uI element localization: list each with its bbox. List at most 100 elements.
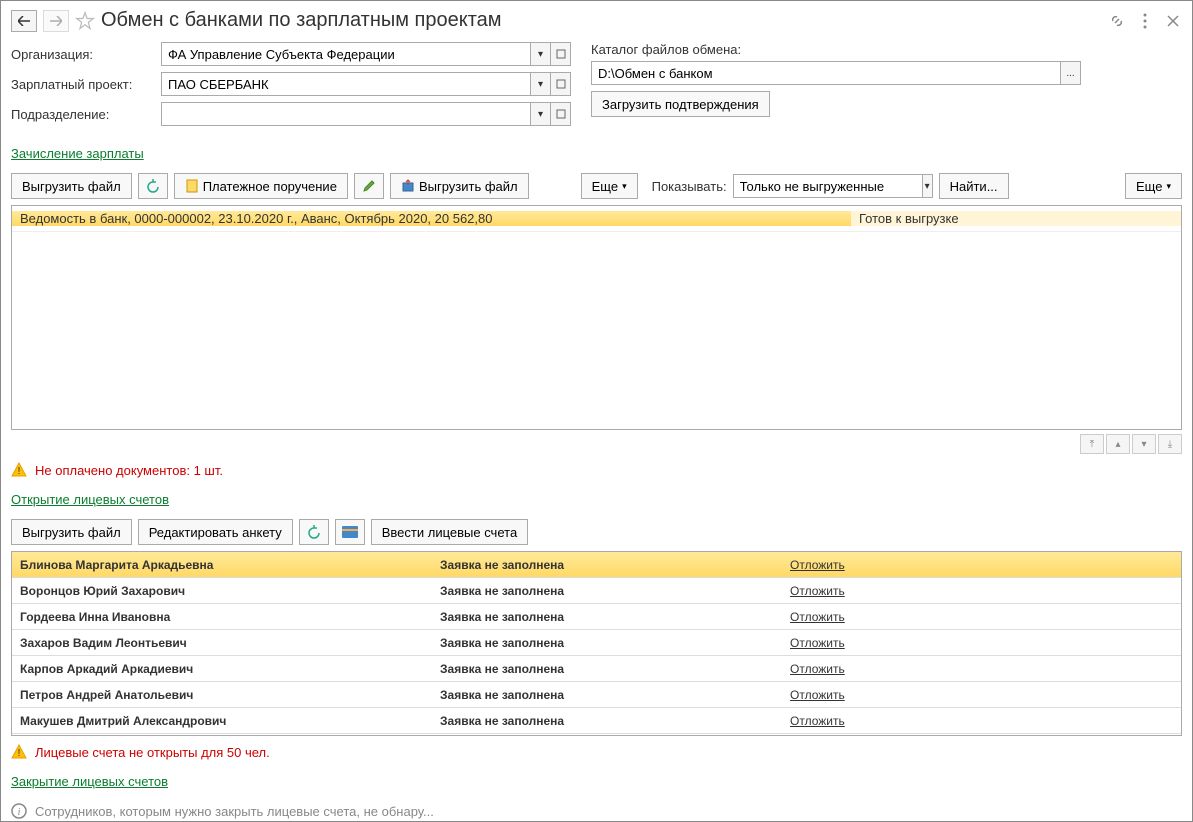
export-icon [401,179,415,193]
dept-label: Подразделение: [11,107,161,122]
statement-desc-cell: Ведомость в банк, 0000-000002, 23.10.202… [12,211,851,226]
nav-up[interactable]: ▴ [1106,434,1130,454]
employee-row[interactable]: Макушев Дмитрий АлександровичЗаявка не з… [12,708,1181,734]
favorite-star[interactable] [75,11,95,31]
export-file-button[interactable]: Выгрузить файл [11,173,132,199]
document-icon [185,179,199,193]
postpone-link[interactable]: Отложить [790,662,845,676]
statement-status-cell: Готов к выгрузке [851,211,1181,226]
export-file-button-3[interactable]: Выгрузить файл [11,519,132,545]
forward-button[interactable] [43,10,69,32]
employee-row[interactable]: Захаров Вадим ЛеонтьевичЗаявка не заполн… [12,630,1181,656]
show-filter-dropdown[interactable]: ▾ [923,174,933,198]
edit-form-button[interactable]: Редактировать анкету [138,519,293,545]
pencil-icon [362,179,376,193]
svg-text:!: ! [18,466,21,477]
table-nav-arrows: ⤒ ▴ ▾ ⤓ [11,434,1182,454]
nav-down[interactable]: ▾ [1132,434,1156,454]
project-label: Зарплатный проект: [11,77,161,92]
open-icon [556,79,566,89]
close-icon [1167,15,1179,27]
project-input[interactable] [161,72,531,96]
employee-action-cell: Отложить [782,610,1181,624]
card-button[interactable] [335,519,365,545]
employee-action-cell: Отложить [782,662,1181,676]
postpone-link[interactable]: Отложить [790,584,845,598]
arrow-left-icon [18,16,30,26]
svg-text:!: ! [18,748,21,759]
employee-action-cell: Отложить [782,636,1181,650]
nav-last[interactable]: ⤓ [1158,434,1182,454]
employee-name-cell: Воронцов Юрий Захарович [12,584,432,598]
enter-accounts-button[interactable]: Ввести лицевые счета [371,519,528,545]
page-title: Обмен с банками по зарплатным проектам [101,9,502,32]
open-icon [556,109,566,119]
refresh-button[interactable] [138,173,168,199]
employee-action-cell: Отложить [782,558,1181,572]
catalog-label: Каталог файлов обмена: [591,42,741,57]
section1-toolbar: Выгрузить файл Платежное поручение Выгру… [11,173,1182,199]
org-input[interactable] [161,42,531,66]
postpone-link[interactable]: Отложить [790,558,845,572]
load-confirmations-button[interactable]: Загрузить подтверждения [591,91,770,117]
statements-table[interactable]: Ведомость в банк, 0000-000002, 23.10.202… [11,205,1182,430]
open-accounts-link[interactable]: Открытие лицевых счетов [11,492,169,507]
postpone-link[interactable]: Отложить [790,610,845,624]
postpone-link[interactable]: Отложить [790,636,845,650]
org-dropdown-button[interactable]: ▾ [531,42,551,66]
catalog-input[interactable] [591,61,1061,85]
close-accounts-link[interactable]: Закрытие лицевых счетов [11,774,168,789]
svg-text:i: i [18,807,21,818]
more-menu-button[interactable] [1136,12,1154,30]
dept-input[interactable] [161,102,531,126]
dept-dropdown-button[interactable]: ▾ [531,102,551,126]
payment-order-button[interactable]: Платежное поручение [174,173,348,199]
show-filter-select[interactable] [733,174,923,198]
employee-name-cell: Блинова Маргарита Аркадьевна [12,558,432,572]
employee-row[interactable]: Воронцов Юрий ЗахаровичЗаявка не заполне… [12,578,1181,604]
link-icon [1109,13,1125,29]
employees-table[interactable]: Блинова Маргарита Аркадьевна Заявка не за… [11,551,1182,736]
refresh-icon [146,179,160,193]
arrow-right-icon [50,16,62,26]
more-button-2[interactable]: Еще ▾ [1125,173,1182,199]
nav-first[interactable]: ⤒ [1080,434,1104,454]
project-dropdown-button[interactable]: ▾ [531,72,551,96]
titlebar: Обмен с банками по зарплатным проектам [11,9,1182,32]
find-button[interactable]: Найти... [939,173,1009,199]
org-open-button[interactable] [551,42,571,66]
salary-crediting-link[interactable]: Зачисление зарплаты [11,146,144,161]
employee-action-cell: Отложить [782,584,1181,598]
employee-row[interactable]: Блинова Маргарита АркадьевнаЗаявка не за… [12,552,1181,578]
unpaid-warning-text: Не оплачено документов: 1 шт. [35,463,223,478]
warning-icon: ! [11,462,27,478]
main-window: Обмен с банками по зарплатным проектам О… [0,0,1193,822]
export-file-button-2[interactable]: Выгрузить файл [390,173,529,199]
catalog-browse-button[interactable]: ... [1061,61,1081,85]
dots-vertical-icon [1143,13,1147,29]
employee-status-cell: Заявка не заполнена [432,714,782,728]
employee-name-cell: Карпов Аркадий Аркадиевич [12,662,432,676]
more-button-1[interactable]: Еще ▾ [581,173,638,199]
warning-icon: ! [11,744,27,760]
postpone-link[interactable]: Отложить [790,688,845,702]
employee-status-cell: Заявка не заполнена [432,610,782,624]
refresh-button-2[interactable] [299,519,329,545]
form-area: Организация: ▾ Зарплатный проект: ▾ [11,42,1182,132]
employee-name-cell: Гордеева Инна Ивановна [12,610,432,624]
link-button[interactable] [1108,12,1126,30]
back-button[interactable] [11,10,37,32]
employee-action-cell: Отложить [782,688,1181,702]
dept-open-button[interactable] [551,102,571,126]
table-row[interactable]: Ведомость в банк, 0000-000002, 23.10.202… [12,206,1181,232]
edit-button[interactable] [354,173,384,199]
unpaid-warning: ! Не оплачено документов: 1 шт. [11,462,1182,478]
project-open-button[interactable] [551,72,571,96]
employee-row[interactable]: Карпов Аркадий АркадиевичЗаявка не запол… [12,656,1181,682]
postpone-link[interactable]: Отложить [790,714,845,728]
employee-row[interactable]: Гордеева Инна ИвановнаЗаявка не заполнен… [12,604,1181,630]
org-label: Организация: [11,47,161,62]
close-button[interactable] [1164,12,1182,30]
employee-row[interactable]: Петров Андрей АнатольевичЗаявка не запол… [12,682,1181,708]
employee-status-cell: Заявка не заполнена [432,688,782,702]
